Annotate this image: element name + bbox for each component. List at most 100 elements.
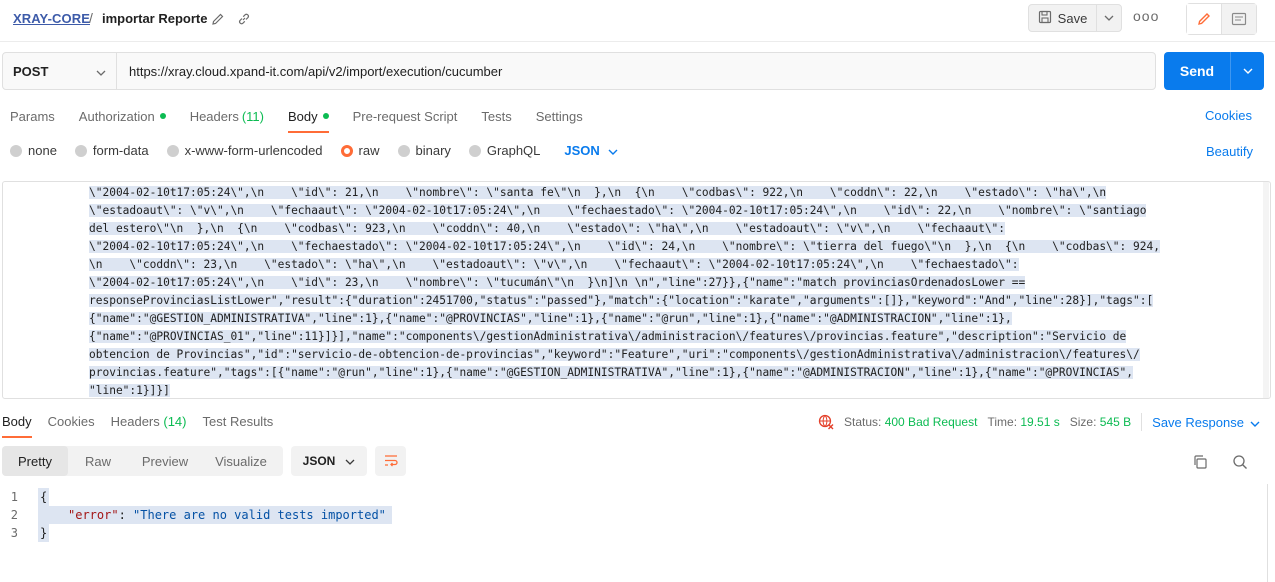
code-text: provincias.feature","tags":[{"name":"@ru…	[89, 366, 1133, 379]
response-view-mode-group: Pretty Raw Preview Visualize	[2, 446, 283, 476]
radio-form-data[interactable]: form-data	[74, 143, 149, 158]
tab-tests[interactable]: Tests	[481, 106, 511, 126]
code-line: \"2004-02-10t17:05:24\",\n \"id\": 23,\n…	[89, 274, 1237, 292]
code-text: \"estadoaut\": \"v\",\n \"fechaaut\": \"…	[89, 204, 1147, 217]
view-raw-button[interactable]: Raw	[68, 446, 128, 476]
collection-breadcrumb-link[interactable]: XRAY-CORE	[13, 11, 90, 26]
documentation-icon[interactable]	[1222, 4, 1256, 34]
time-value[interactable]: 19.51 s	[1020, 415, 1059, 429]
code-line: 2 "error": "There are no valid tests imp…	[0, 506, 1250, 524]
radio-circle	[468, 144, 481, 157]
tab-pre-request-script[interactable]: Pre-request Script	[353, 106, 458, 126]
view-mode-toggle	[1186, 3, 1257, 35]
save-disk-icon	[1038, 10, 1052, 27]
request-tabs: Params Authorization Headers (11) Body Pr…	[10, 106, 607, 133]
tab-params[interactable]: Params	[10, 106, 55, 126]
radio-circle	[10, 144, 22, 157]
more-actions-button[interactable]: ooo	[1133, 8, 1158, 28]
radio-raw[interactable]: raw	[340, 143, 380, 158]
copy-link-icon[interactable]	[236, 11, 252, 27]
code-line: \"2004-02-10t17:05:24\",\n \"id\": 21,\n…	[89, 184, 1237, 202]
line-number: 1	[10, 490, 18, 504]
response-tab-headers[interactable]: Headers (14)	[111, 414, 187, 429]
size-label: Size:	[1069, 415, 1097, 429]
network-globe-icon[interactable]	[818, 414, 834, 430]
code-line: del estero\"\n },\n {\n \"codbas\": 923,…	[89, 220, 1237, 238]
send-button[interactable]: Send	[1164, 52, 1231, 90]
save-options-chevron-down-icon[interactable]	[1097, 5, 1121, 31]
response-format-value: JSON	[302, 454, 336, 468]
radio-none[interactable]: none	[10, 143, 57, 158]
size-value[interactable]: 545 B	[1100, 415, 1131, 429]
request-body-code: \"2004-02-10t17:05:24\",\n \"id\": 21,\n…	[89, 184, 1237, 398]
chevron-down-icon	[1250, 415, 1260, 430]
editor-scrollbar[interactable]	[1263, 182, 1269, 398]
code-text: "line":1}]}]	[89, 384, 170, 397]
code-text: responseProvinciasListLower","result":{"…	[89, 294, 1154, 307]
http-method-select[interactable]: POST	[3, 53, 117, 89]
tab-authorization[interactable]: Authorization	[79, 106, 166, 126]
edit-name-pencil-icon[interactable]	[210, 11, 226, 27]
response-body-code[interactable]: 1 { 2 "error": "There are no valid tests…	[0, 488, 1250, 542]
save-button-group: Save	[1028, 4, 1122, 32]
view-preview-button[interactable]: Preview	[128, 446, 202, 476]
radio-circle-checked	[340, 144, 353, 157]
code-text: {"name":"@PROVINCIAS_01","line":11}]}],"…	[89, 330, 1127, 343]
breadcrumb-separator: /	[89, 10, 93, 26]
tab-settings[interactable]: Settings	[536, 106, 583, 126]
beautify-link[interactable]: Beautify	[1206, 144, 1253, 159]
response-format-select[interactable]: JSON	[291, 446, 367, 476]
body-format-select[interactable]: JSON	[564, 143, 618, 158]
copy-icon[interactable]	[1191, 453, 1209, 471]
code-text: {"name":"@GESTION_ADMINISTRATIVA","line"…	[89, 312, 1012, 325]
view-pretty-button[interactable]: Pretty	[2, 446, 68, 476]
wrap-lines-icon[interactable]	[375, 446, 406, 476]
radio-circle	[166, 144, 179, 157]
request-title[interactable]: importar Reporte	[102, 11, 207, 26]
code-line: 3 }	[0, 524, 1250, 542]
code-text: \"2004-02-10t17:05:24\",\n \"id\": 21,\n…	[89, 186, 1107, 199]
radio-graphql[interactable]: GraphQL	[468, 143, 540, 158]
response-scrollbar[interactable]	[1267, 484, 1275, 582]
code-text: }	[38, 524, 50, 542]
http-method-value: POST	[13, 63, 49, 79]
cookies-link[interactable]: Cookies	[1205, 108, 1252, 123]
tab-headers[interactable]: Headers (11)	[190, 106, 264, 126]
line-number: 2	[10, 508, 18, 522]
search-icon[interactable]	[1231, 453, 1249, 471]
code-text: {	[38, 488, 50, 506]
tab-body[interactable]: Body	[287, 106, 329, 133]
edit-mode-pencil-icon[interactable]	[1187, 4, 1222, 34]
time-label: Time:	[987, 415, 1018, 429]
code-line: responseProvinciasListLower","result":{"…	[89, 292, 1237, 310]
view-visualize-button[interactable]: Visualize	[202, 446, 280, 476]
save-button-label: Save	[1057, 10, 1088, 26]
response-tab-body[interactable]: Body	[2, 414, 32, 438]
radio-circle	[397, 144, 410, 157]
line-number: 3	[10, 526, 18, 540]
code-line: {"name":"@GESTION_ADMINISTRATIVA","line"…	[89, 310, 1237, 328]
radio-binary[interactable]: binary	[397, 143, 451, 158]
code-text: \"2004-02-10t17:05:24\",\n \"fechaestado…	[89, 240, 1160, 253]
status-value[interactable]: 400 Bad Request	[885, 415, 978, 429]
request-body-editor[interactable]: \"2004-02-10t17:05:24\",\n \"id\": 21,\n…	[2, 181, 1271, 399]
response-tabs: Body Cookies Headers (14) Test Results	[2, 414, 289, 438]
code-text: "error": "There are no valid tests impor…	[38, 506, 392, 524]
request-url-bar: POST https://xray.cloud.xpand-it.com/api…	[2, 52, 1156, 90]
send-options-chevron-down-icon[interactable]	[1231, 52, 1264, 90]
save-button[interactable]: Save	[1029, 5, 1097, 31]
top-bar: XRAY-CORE / importar Reporte Save ooo	[0, 0, 1275, 40]
response-tab-cookies[interactable]: Cookies	[48, 414, 95, 429]
code-line: 1 {	[0, 488, 1250, 506]
save-response-button[interactable]: Save Response	[1152, 415, 1260, 430]
code-line: \"2004-02-10t17:05:24\",\n \"fechaestado…	[89, 238, 1237, 256]
body-type-radio-group: none form-data x-www-form-urlencoded raw…	[10, 143, 618, 158]
request-url-input[interactable]: https://xray.cloud.xpand-it.com/api/v2/i…	[117, 53, 502, 89]
tab-active-indicator-dot	[322, 113, 329, 119]
json-string-value: "There are no valid tests imported"	[133, 508, 386, 522]
header-divider	[0, 41, 1275, 42]
code-line: "line":1}]}]	[89, 382, 1237, 398]
radio-x-www-form-urlencoded[interactable]: x-www-form-urlencoded	[166, 143, 323, 158]
send-button-group: Send	[1164, 52, 1264, 90]
response-tab-test-results[interactable]: Test Results	[203, 414, 274, 429]
